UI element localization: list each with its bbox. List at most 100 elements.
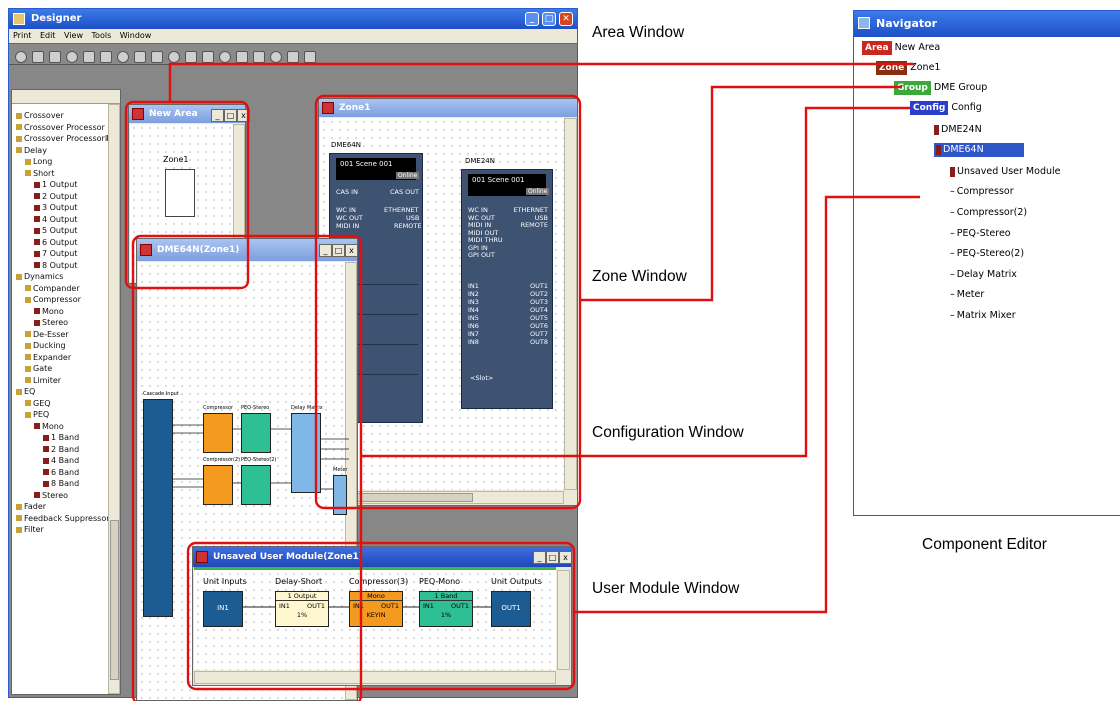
navigator-node[interactable]: – Delay Matrix [950, 268, 1017, 282]
toolbar-merge-icon[interactable] [236, 51, 248, 63]
palette-tree-item[interactable]: Mono [16, 306, 108, 318]
um-maximize-button[interactable]: □ [546, 551, 559, 564]
minimize-button[interactable]: _ [525, 12, 539, 26]
palette-tree-item[interactable]: 6 Band [16, 467, 108, 479]
palette-tree-item[interactable]: Mono [16, 421, 108, 433]
menu-tools[interactable]: Tools [92, 31, 112, 40]
config-close-button[interactable]: x [345, 244, 358, 257]
navigator-node[interactable]: – Meter [950, 288, 984, 302]
close-button[interactable]: ✕ [559, 12, 573, 26]
menu-view[interactable]: View [64, 31, 83, 40]
palette-tree-item[interactable]: Compander [16, 283, 108, 295]
um-minimize-button[interactable]: _ [533, 551, 546, 564]
navigator-node[interactable]: Zone Zone1 [876, 61, 940, 75]
palette-tree-item[interactable]: EQ [16, 386, 108, 398]
palette-tree-item[interactable]: Compressor [16, 294, 108, 306]
um-close-button[interactable]: x [559, 551, 572, 564]
palette-tree-item[interactable]: GEQ [16, 398, 108, 410]
menu-window[interactable]: Window [120, 31, 152, 40]
palette-tree-item[interactable]: PEQ [16, 409, 108, 421]
navigator-node[interactable]: – Matrix Mixer [950, 309, 1016, 323]
area-maximize-button[interactable]: □ [224, 109, 237, 122]
toolbar-copy-icon[interactable] [83, 51, 95, 63]
zone-block[interactable] [165, 169, 195, 217]
toolbar-open-icon[interactable] [32, 51, 44, 63]
navigator-node[interactable]: DME64N [934, 143, 1024, 157]
palette-tree-item[interactable]: 5 Output [16, 225, 108, 237]
palette-tree-item[interactable]: 7 Output [16, 248, 108, 260]
toolbar-paste-icon[interactable] [100, 51, 112, 63]
palette-tree-item[interactable]: 8 Output [16, 260, 108, 272]
toolbar-pointer-icon[interactable] [151, 51, 163, 63]
palette-scroll-thumb[interactable] [110, 520, 119, 680]
navigator-node[interactable]: – PEQ-Stereo [950, 227, 1011, 241]
palette-tree-item[interactable]: 3 Output [16, 202, 108, 214]
toolbar-save-icon[interactable] [49, 51, 61, 63]
config-minimize-button[interactable]: _ [319, 244, 332, 257]
palette-tree-item[interactable]: Long [16, 156, 108, 168]
toolbar-grid-icon[interactable] [270, 51, 282, 63]
palette-tree-item[interactable]: Filter [16, 524, 108, 536]
palette-tree-item[interactable]: 2 Band [16, 444, 108, 456]
palette-tree-item[interactable]: Stereo [16, 317, 108, 329]
palette-tree-item[interactable]: 1 Output [16, 179, 108, 191]
toolbar-mute-icon[interactable] [287, 51, 299, 63]
palette-tree-item[interactable]: 6 Output [16, 237, 108, 249]
palette-tree-item[interactable]: Dynamics [16, 271, 108, 283]
toolbar-split-icon[interactable] [219, 51, 231, 63]
maximize-button[interactable]: □ [542, 12, 556, 26]
navigator-tag-group: Group [894, 81, 931, 95]
toolbar-align-icon[interactable] [253, 51, 265, 63]
um-scrollbar[interactable] [557, 570, 570, 670]
palette-tree-item[interactable]: Ducking [16, 340, 108, 352]
palette-tree-label: Crossover ProcessorⅡ [24, 134, 108, 143]
menu-print[interactable]: Print [13, 31, 31, 40]
palette-tree-item[interactable]: 2 Output [16, 191, 108, 203]
palette-tree-item[interactable]: 1 Band [16, 432, 108, 444]
palette-tree-item[interactable]: 8 Band [16, 478, 108, 490]
um-hscrollbar[interactable] [194, 671, 556, 684]
config-maximize-button[interactable]: □ [332, 244, 345, 257]
navigator-node[interactable]: Unsaved User Module [950, 165, 1060, 179]
palette-tree-item[interactable]: Crossover [16, 110, 108, 122]
dme64n-cas-in: CAS IN [336, 188, 358, 196]
palette-tree-item[interactable]: Short [16, 168, 108, 180]
toolbar-new-icon[interactable] [15, 51, 27, 63]
toolbar-cut-icon[interactable] [66, 51, 78, 63]
navigator-node[interactable]: – Compressor(2) [950, 206, 1027, 220]
palette-tree-item[interactable]: 4 Output [16, 214, 108, 226]
zone-scrollbar[interactable] [564, 118, 577, 490]
dme24n-port-left: GPI OUT [468, 251, 495, 259]
palette-tree-item[interactable]: De-Esser [16, 329, 108, 341]
toolbar-undo-icon[interactable] [117, 51, 129, 63]
palette-tree-item[interactable]: Crossover Processor [16, 122, 108, 134]
palette-tree-item[interactable]: Stereo [16, 490, 108, 502]
navigator-node[interactable]: Area New Area [862, 41, 940, 55]
palette-tree-item[interactable]: 4 Band [16, 455, 108, 467]
navigator-node[interactable]: DME24N [934, 123, 982, 137]
toolbar-hand-icon[interactable] [202, 51, 214, 63]
palette-tree-label: 4 Band [51, 456, 80, 465]
toolbar-zoom-icon[interactable] [185, 51, 197, 63]
palette-tree-item[interactable]: Expander [16, 352, 108, 364]
palette-tree-item[interactable]: Crossover ProcessorⅡ [16, 133, 108, 145]
palette-tree-item[interactable]: Delay [16, 145, 108, 157]
area-minimize-button[interactable]: _ [211, 109, 224, 122]
toolbar-online-icon[interactable] [304, 51, 316, 63]
area-close-button[interactable]: x [237, 109, 250, 122]
folder-icon [25, 296, 31, 303]
navigator-node[interactable]: – Compressor [950, 185, 1014, 199]
navigator-node[interactable]: – PEQ-Stereo(2) [950, 247, 1024, 261]
toolbar-redo-icon[interactable] [134, 51, 146, 63]
palette-tree-item[interactable]: Fader [16, 501, 108, 513]
navigator-node[interactable]: Group DME Group [894, 81, 987, 95]
dme24n-port-right: REMOTE [520, 221, 548, 229]
dme24n-unit[interactable]: 001 Scene 001 Online <Slot> WC IN WC OUT M… [461, 169, 553, 409]
toolbar-wire-icon[interactable] [168, 51, 180, 63]
navigator-node[interactable]: Config Config [910, 101, 982, 115]
navigator-node-label: Compressor [956, 186, 1014, 197]
palette-tree-item[interactable]: Gate [16, 363, 108, 375]
palette-tree-item[interactable]: Feedback Suppressor [16, 513, 108, 525]
palette-tree-item[interactable]: Limiter [16, 375, 108, 387]
menu-edit[interactable]: Edit [40, 31, 56, 40]
